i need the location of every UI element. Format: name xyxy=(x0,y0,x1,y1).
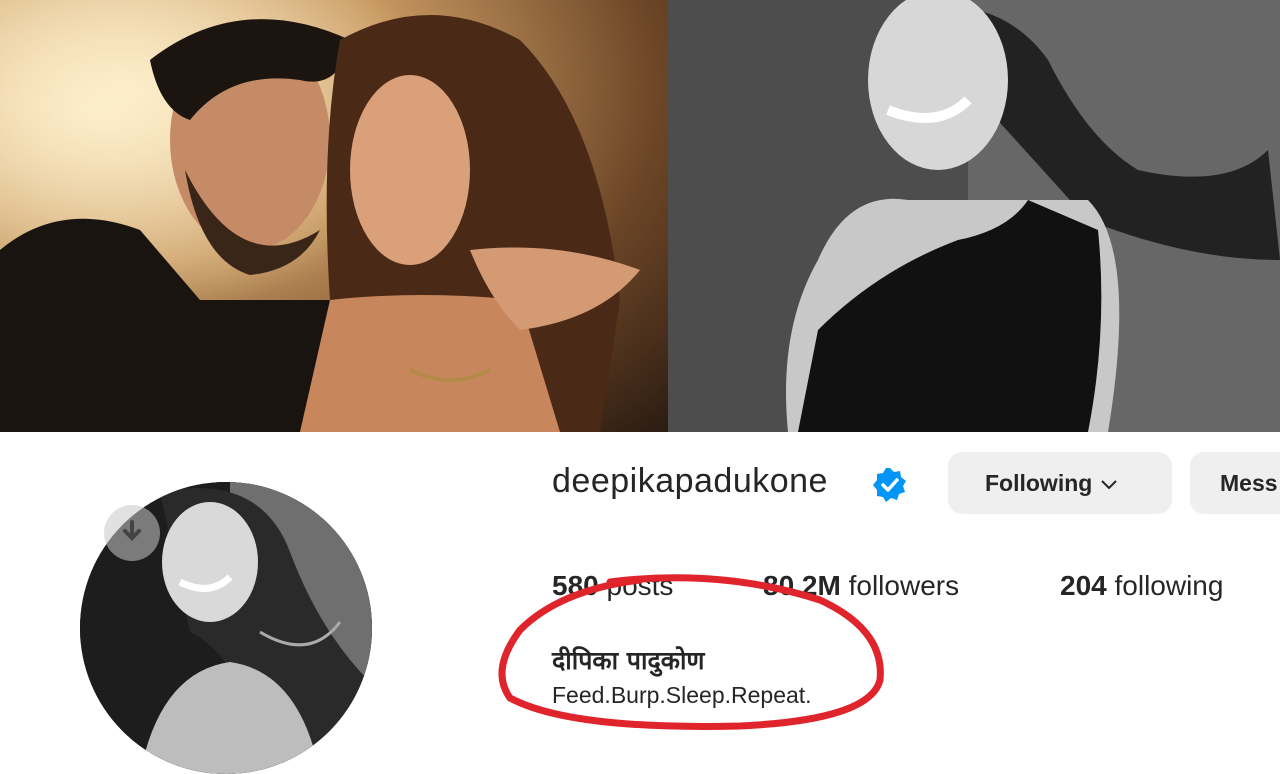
download-icon[interactable] xyxy=(104,505,160,561)
posts-count: 580 posts xyxy=(552,570,673,602)
message-button[interactable]: Mess xyxy=(1190,452,1280,514)
chevron-down-icon xyxy=(1100,470,1118,497)
posts-label: posts xyxy=(606,570,674,601)
following-value: 204 xyxy=(1060,570,1107,601)
followers-count[interactable]: 80.2M followers xyxy=(763,570,959,602)
following-count[interactable]: 204 following xyxy=(1060,570,1223,602)
following-label: following xyxy=(1114,570,1224,601)
header-photo-strip xyxy=(0,0,1280,432)
following-button[interactable]: Following xyxy=(948,452,1172,514)
following-button-label: Following xyxy=(985,469,1093,496)
profile-username: deepikapadukone xyxy=(552,462,828,500)
profile-bio: Feed.Burp.Sleep.Repeat. xyxy=(552,682,812,708)
verified-badge-icon xyxy=(872,467,908,503)
followers-value: 80.2M xyxy=(763,570,841,601)
couple-photo xyxy=(0,0,668,432)
posts-value: 580 xyxy=(552,570,599,601)
message-button-label: Mess xyxy=(1220,469,1278,496)
profile-full-name: दीपिका पादुकोण xyxy=(552,646,705,675)
bw-portrait-photo xyxy=(668,0,1280,432)
followers-label: followers xyxy=(848,570,960,601)
